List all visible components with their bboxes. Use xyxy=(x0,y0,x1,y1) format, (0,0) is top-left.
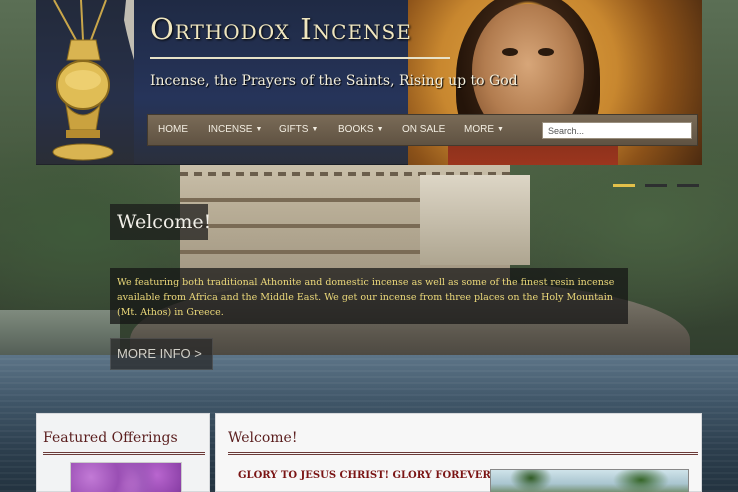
nav-item-on-sale[interactable]: ON SALE xyxy=(402,115,445,145)
nav-item-label: ON SALE xyxy=(402,124,446,135)
slider-dot-2[interactable] xyxy=(645,184,667,187)
censer-icon xyxy=(36,0,134,165)
featured-product-image[interactable] xyxy=(70,462,182,492)
welcome-intro-text: GLORY TO JESUS CHRIST! GLORY FOREVER! xyxy=(238,470,496,481)
search-input[interactable] xyxy=(542,122,692,139)
nav-item-label: INCENSE xyxy=(208,124,253,135)
welcome-photo xyxy=(490,469,689,492)
nav-item-label: BOOKS xyxy=(338,124,374,135)
chevron-down-icon: ▼ xyxy=(497,126,504,133)
nav-item-label: MORE xyxy=(464,124,494,135)
slider-dot-1[interactable] xyxy=(613,184,635,187)
nav-item-more[interactable]: MORE ▼ xyxy=(464,115,504,145)
more-info-button[interactable]: MORE INFO > xyxy=(110,338,213,370)
welcome-panel: Welcome! GLORY TO JESUS CHRIST! GLORY FO… xyxy=(215,413,702,492)
slider-dot-3[interactable] xyxy=(677,184,699,187)
welcome-heading: Welcome! xyxy=(228,430,298,446)
nav-item-incense[interactable]: INCENSE ▼ xyxy=(208,115,262,145)
hero-title: Welcome! xyxy=(110,204,211,240)
slider-pagination xyxy=(613,184,713,187)
monastery-wing xyxy=(420,175,530,265)
chevron-down-icon: ▼ xyxy=(311,126,319,133)
featured-offerings-panel: Featured Offerings xyxy=(36,413,210,492)
chevron-down-icon: ▼ xyxy=(376,126,384,133)
nav-item-label: HOME xyxy=(158,124,188,135)
nav-item-label: GIFTS xyxy=(279,124,309,135)
featured-offerings-heading: Featured Offerings xyxy=(43,430,178,446)
shore-scenery xyxy=(0,310,120,360)
hero-description: We featuring both traditional Athonite a… xyxy=(110,268,628,324)
main-navigation: HOME INCENSE ▼ GIFTS ▼ BOOKS ▼ ON SALE MORE… xyxy=(147,114,698,146)
nav-item-gifts[interactable]: GIFTS ▼ xyxy=(279,115,318,145)
chevron-down-icon: ▼ xyxy=(255,126,263,133)
heading-divider xyxy=(43,452,205,455)
nav-item-home[interactable]: HOME xyxy=(158,115,188,145)
title-divider xyxy=(150,57,450,59)
site-title[interactable]: Orthodox Incense xyxy=(150,12,412,46)
nav-item-books[interactable]: BOOKS ▼ xyxy=(338,115,384,145)
heading-divider xyxy=(228,452,698,455)
site-tagline: Incense, the Prayers of the Saints, Risi… xyxy=(150,73,518,89)
